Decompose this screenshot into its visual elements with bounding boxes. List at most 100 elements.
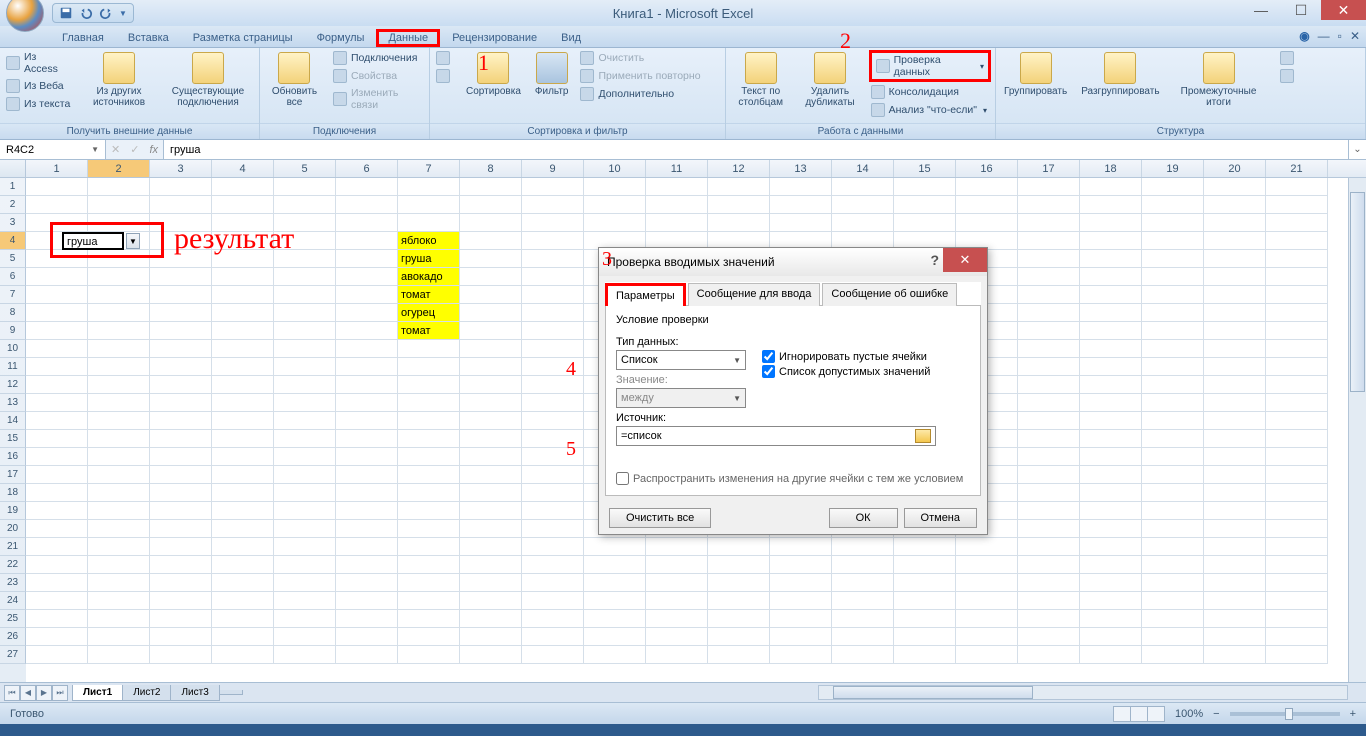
clear-all-button[interactable]: Очистить все <box>609 508 711 528</box>
cell[interactable] <box>522 322 584 340</box>
cell[interactable] <box>832 574 894 592</box>
cell[interactable] <box>1080 466 1142 484</box>
cell[interactable] <box>1266 412 1328 430</box>
cell[interactable] <box>336 538 398 556</box>
enter-formula-icon[interactable]: ✓ <box>130 143 139 156</box>
cell[interactable] <box>460 466 522 484</box>
cell[interactable] <box>1266 214 1328 232</box>
cell[interactable] <box>584 628 646 646</box>
cell[interactable] <box>522 340 584 358</box>
cell[interactable] <box>1018 448 1080 466</box>
cell[interactable] <box>1142 520 1204 538</box>
cell[interactable] <box>150 538 212 556</box>
cell[interactable] <box>398 340 460 358</box>
cell[interactable] <box>336 358 398 376</box>
cell[interactable] <box>26 394 88 412</box>
zoom-in-button[interactable]: + <box>1350 708 1356 720</box>
cell[interactable] <box>1204 628 1266 646</box>
help-icon[interactable]: ◉ <box>1299 29 1309 43</box>
cell[interactable] <box>1266 358 1328 376</box>
cell[interactable] <box>88 412 150 430</box>
cell[interactable] <box>708 214 770 232</box>
cell[interactable] <box>26 430 88 448</box>
cell[interactable] <box>770 610 832 628</box>
cell[interactable] <box>88 430 150 448</box>
cell[interactable] <box>274 448 336 466</box>
cell[interactable] <box>88 592 150 610</box>
cell[interactable] <box>212 322 274 340</box>
row-header[interactable]: 21 <box>0 538 26 556</box>
column-header[interactable]: 19 <box>1142 160 1204 177</box>
cell[interactable] <box>212 196 274 214</box>
cell[interactable] <box>26 322 88 340</box>
cell[interactable] <box>274 394 336 412</box>
cell[interactable] <box>1080 412 1142 430</box>
cell[interactable] <box>522 250 584 268</box>
cell[interactable] <box>1142 178 1204 196</box>
cell[interactable] <box>26 466 88 484</box>
cell[interactable] <box>150 502 212 520</box>
cell[interactable] <box>398 196 460 214</box>
cell[interactable]: томат <box>398 286 460 304</box>
cell[interactable] <box>894 178 956 196</box>
cell[interactable] <box>1018 502 1080 520</box>
cell[interactable] <box>1142 484 1204 502</box>
cell[interactable] <box>522 520 584 538</box>
cell[interactable] <box>336 286 398 304</box>
cell[interactable] <box>1204 412 1266 430</box>
from-text-button[interactable]: Из текста <box>4 96 74 112</box>
cell[interactable] <box>1080 646 1142 664</box>
cell[interactable] <box>1266 484 1328 502</box>
filter-button[interactable]: Фильтр <box>531 50 573 99</box>
cell[interactable] <box>956 178 1018 196</box>
cell[interactable] <box>150 466 212 484</box>
column-header[interactable]: 8 <box>460 160 522 177</box>
sheet-tab-3[interactable]: Лист3 <box>170 685 219 701</box>
cell[interactable] <box>1080 484 1142 502</box>
consolidate-button[interactable]: Консолидация <box>869 84 991 100</box>
cell[interactable] <box>1018 178 1080 196</box>
cell[interactable] <box>832 214 894 232</box>
tab-data[interactable]: Данные <box>376 29 440 47</box>
cell[interactable] <box>274 646 336 664</box>
column-header[interactable]: 17 <box>1018 160 1080 177</box>
cell[interactable] <box>1142 538 1204 556</box>
cell[interactable] <box>1204 610 1266 628</box>
cell[interactable] <box>26 250 88 268</box>
horizontal-scrollbar[interactable] <box>818 685 1348 700</box>
cell[interactable] <box>398 556 460 574</box>
cell[interactable] <box>150 520 212 538</box>
cell[interactable] <box>1018 412 1080 430</box>
cell[interactable] <box>1080 556 1142 574</box>
cell[interactable] <box>336 466 398 484</box>
row-header[interactable]: 5 <box>0 250 26 268</box>
cell[interactable] <box>1266 304 1328 322</box>
cell[interactable] <box>1266 628 1328 646</box>
cell[interactable] <box>956 556 1018 574</box>
cell[interactable] <box>150 646 212 664</box>
cell[interactable] <box>770 628 832 646</box>
cell[interactable] <box>1080 250 1142 268</box>
cell[interactable] <box>460 448 522 466</box>
cell[interactable] <box>150 340 212 358</box>
cell[interactable] <box>832 196 894 214</box>
cell[interactable] <box>770 214 832 232</box>
cell[interactable] <box>336 196 398 214</box>
cell[interactable] <box>770 538 832 556</box>
advanced-filter-button[interactable]: Дополнительно <box>578 86 702 102</box>
cell[interactable] <box>460 610 522 628</box>
row-header[interactable]: 8 <box>0 304 26 322</box>
cell[interactable] <box>1266 340 1328 358</box>
cell[interactable] <box>1266 232 1328 250</box>
cell[interactable] <box>1142 304 1204 322</box>
remove-duplicates-button[interactable]: Удалить дубликаты <box>797 50 862 110</box>
cell[interactable] <box>522 592 584 610</box>
sheet-nav-first[interactable]: ⏮ <box>4 685 20 701</box>
cell[interactable] <box>336 232 398 250</box>
cell[interactable] <box>708 574 770 592</box>
cell[interactable] <box>274 556 336 574</box>
cell[interactable] <box>770 592 832 610</box>
cell[interactable] <box>274 268 336 286</box>
cell[interactable] <box>398 538 460 556</box>
row-header[interactable]: 14 <box>0 412 26 430</box>
